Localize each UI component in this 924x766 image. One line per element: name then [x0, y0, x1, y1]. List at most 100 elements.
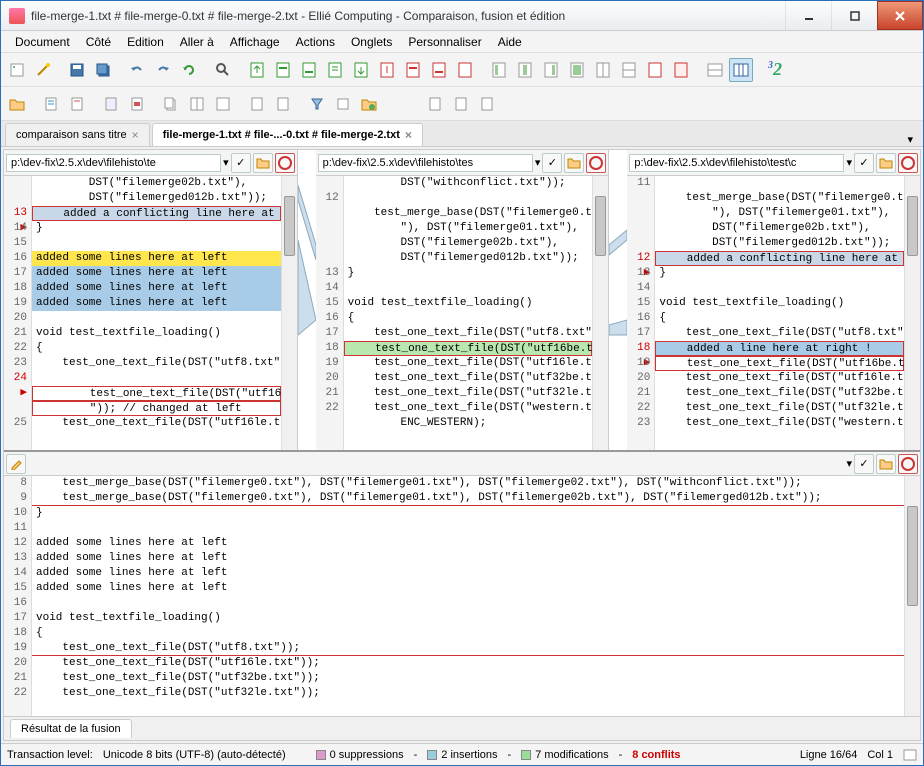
menu-allera[interactable]: Aller à — [172, 33, 222, 51]
refresh-icon[interactable] — [177, 58, 201, 82]
doc-c-icon[interactable] — [99, 92, 123, 116]
docs-2-icon[interactable] — [185, 92, 209, 116]
tab-filemerge[interactable]: file-merge-1.txt # file-...-0.txt # file… — [152, 123, 423, 146]
dropdown-icon[interactable]: ▾ — [846, 457, 852, 470]
diff-nav-1-icon[interactable] — [245, 58, 269, 82]
merge-7-icon[interactable] — [643, 58, 667, 82]
docs-3-icon[interactable] — [211, 92, 235, 116]
tab-label: file-merge-1.txt # file-...-0.txt # file… — [163, 129, 400, 141]
threeway-icon[interactable]: 32 — [763, 58, 787, 82]
status-suppressions: 0 suppressions — [316, 749, 404, 761]
dropdown-icon[interactable]: ▾ — [223, 156, 229, 169]
check-icon[interactable]: ✓ — [854, 454, 874, 474]
edit-icon[interactable] — [6, 454, 26, 474]
dropdown-icon[interactable]: ▾ — [535, 156, 541, 169]
dropdown-icon[interactable]: ▾ — [901, 133, 919, 146]
maximize-button[interactable] — [831, 1, 877, 30]
merge-8-icon[interactable] — [669, 58, 693, 82]
merged-editor[interactable]: 8910111213141516171819202122 test_merge_… — [4, 476, 920, 716]
merge-2-icon[interactable] — [513, 58, 537, 82]
merge-1-icon[interactable] — [487, 58, 511, 82]
doc-a-icon[interactable] — [39, 92, 63, 116]
result-tab[interactable]: Résultat de la fusion — [10, 719, 132, 738]
scrollbar[interactable] — [592, 176, 608, 450]
save-icon[interactable] — [65, 58, 89, 82]
left-path-input[interactable]: p:\dev-fix\2.5.x\dev\filehisto\te — [6, 154, 221, 172]
menu-onglets[interactable]: Onglets — [343, 33, 400, 51]
layout-h-icon[interactable] — [703, 58, 727, 82]
target-icon[interactable] — [898, 454, 918, 474]
close-button[interactable] — [877, 1, 923, 30]
doc-f-icon[interactable] — [271, 92, 295, 116]
menu-edition[interactable]: Edition — [119, 33, 172, 51]
scrollbar[interactable] — [904, 176, 920, 450]
check-icon[interactable]: ✓ — [231, 153, 251, 173]
new-comparison-icon[interactable] — [5, 58, 29, 82]
folder-setting-icon[interactable] — [357, 92, 381, 116]
open-folder-icon[interactable] — [253, 153, 273, 173]
merge-3-icon[interactable] — [539, 58, 563, 82]
doc-h-icon[interactable] — [449, 92, 473, 116]
titlebar: file-merge-1.txt # file-merge-0.txt # fi… — [1, 1, 923, 31]
open-folder-icon[interactable] — [876, 454, 896, 474]
redo-icon[interactable] — [151, 58, 175, 82]
doc-i-icon[interactable] — [475, 92, 499, 116]
config-icon[interactable] — [331, 92, 355, 116]
save-all-icon[interactable] — [91, 58, 115, 82]
right-path-input[interactable]: p:\dev-fix\2.5.x\dev\filehisto\test\c — [629, 154, 844, 172]
diff-nav-4-icon[interactable] — [323, 58, 347, 82]
folder-open-icon[interactable] — [5, 92, 29, 116]
check-icon[interactable]: ✓ — [854, 153, 874, 173]
mid-path-input[interactable]: p:\dev-fix\2.5.x\dev\filehisto\tes — [318, 154, 533, 172]
middle-pane: p:\dev-fix\2.5.x\dev\filehisto\tes ▾ ✓ 1… — [316, 150, 610, 450]
connector-left — [298, 150, 316, 450]
menubar: Document Côté Edition Aller à Affichage … — [1, 31, 923, 53]
menu-document[interactable]: Document — [7, 33, 78, 51]
check-icon[interactable]: ✓ — [542, 153, 562, 173]
menu-aide[interactable]: Aide — [490, 33, 530, 51]
tab-untitled[interactable]: comparaison sans titre × — [5, 123, 150, 146]
diff-nav-3-icon[interactable] — [297, 58, 321, 82]
merge-5-icon[interactable] — [591, 58, 615, 82]
menu-personnaliser[interactable]: Personnaliser — [400, 33, 489, 51]
doc-d-icon[interactable] — [125, 92, 149, 116]
diff-nav-8-icon[interactable] — [427, 58, 451, 82]
diff-nav-5-icon[interactable] — [349, 58, 373, 82]
docs-1-icon[interactable] — [159, 92, 183, 116]
close-tab-icon[interactable]: × — [132, 128, 139, 142]
diff-nav-9-icon[interactable] — [453, 58, 477, 82]
right-editor[interactable]: 1112 ▶131415161718 ▶1920212223 test_merg… — [627, 176, 920, 450]
scrollbar[interactable] — [904, 476, 920, 716]
undo-icon[interactable] — [125, 58, 149, 82]
wand-icon[interactable] — [31, 58, 55, 82]
left-pane: p:\dev-fix\2.5.x\dev\filehisto\te ▾ ✓ 13… — [4, 150, 298, 450]
doc-g-icon[interactable] — [423, 92, 447, 116]
close-tab-icon[interactable]: × — [405, 128, 412, 142]
doc-b-icon[interactable] — [65, 92, 89, 116]
search-icon[interactable] — [211, 58, 235, 82]
menu-affichage[interactable]: Affichage — [222, 33, 288, 51]
right-pane: p:\dev-fix\2.5.x\dev\filehisto\test\c ▾ … — [627, 150, 920, 450]
status-end-icon — [903, 749, 917, 761]
menu-cote[interactable]: Côté — [78, 33, 119, 51]
doc-e-icon[interactable] — [245, 92, 269, 116]
left-editor[interactable]: 13 ▶1415161718192021222324 ▶25 DST("file… — [4, 176, 297, 450]
target-icon[interactable] — [275, 153, 295, 173]
layout-v-icon[interactable] — [729, 58, 753, 82]
dropdown-icon[interactable]: ▾ — [846, 156, 852, 169]
open-folder-icon[interactable] — [564, 153, 584, 173]
merge-4-icon[interactable] — [565, 58, 589, 82]
open-folder-icon[interactable] — [876, 153, 896, 173]
diff-nav-7-icon[interactable] — [401, 58, 425, 82]
menu-actions[interactable]: Actions — [288, 33, 343, 51]
target-icon[interactable] — [586, 153, 606, 173]
minimize-button[interactable] — [785, 1, 831, 30]
mid-editor[interactable]: 1213141516171819202122 DST("withconflict… — [316, 176, 609, 450]
merge-6-icon[interactable] — [617, 58, 641, 82]
diff-nav-6-icon[interactable] — [375, 58, 399, 82]
scrollbar[interactable] — [281, 176, 297, 450]
diff-nav-2-icon[interactable] — [271, 58, 295, 82]
filter-icon[interactable] — [305, 92, 329, 116]
merged-pane: ▾ ✓ 8910111213141516171819202122 test_me… — [4, 450, 920, 740]
target-icon[interactable] — [898, 153, 918, 173]
